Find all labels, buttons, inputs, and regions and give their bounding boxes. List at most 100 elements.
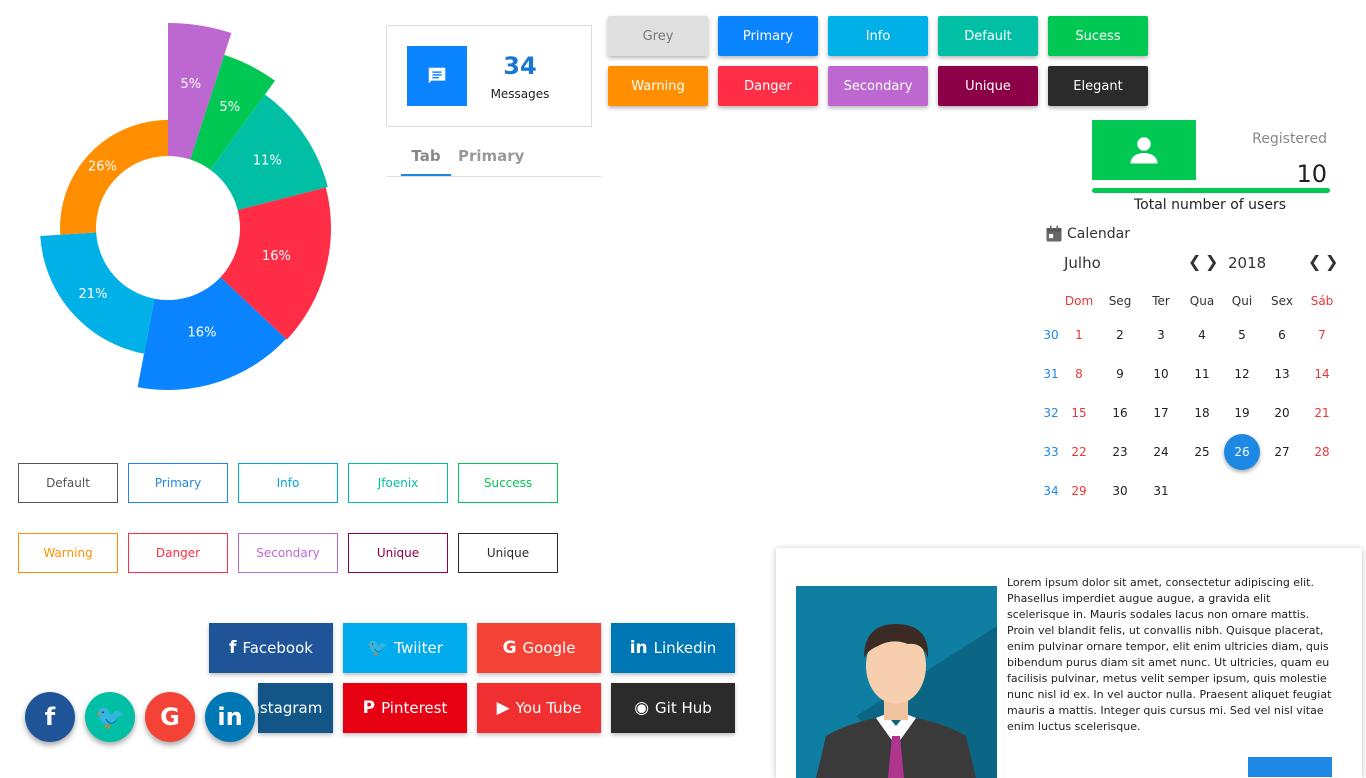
social-button-google[interactable]: G Google [477,623,601,673]
calendar-day[interactable]: 13 [1264,356,1300,392]
outline-button-success[interactable]: Success [458,463,558,503]
calendar-day[interactable]: 7 [1304,317,1340,353]
raised-button-secondary[interactable]: Secondary [828,66,928,106]
round-facebook-icon[interactable]: f [25,692,75,742]
social-button-label: Git Hub [655,699,712,717]
calendar-day[interactable]: 24 [1143,434,1179,470]
calendar-day[interactable]: 12 [1224,356,1260,392]
registered-value: 10 [1296,160,1327,188]
day-header: Dom [1064,294,1094,308]
calendar-day[interactable]: 17 [1143,395,1179,431]
outline-button-default[interactable]: Default [18,463,118,503]
week-number: 31 [1043,367,1059,381]
outline-button-unique[interactable]: Unique [348,533,448,573]
social-button-pinterest[interactable]: P Pinterest [343,683,467,733]
calendar-day[interactable]: 2 [1102,317,1138,353]
social-button-linkedin[interactable]: in Linkedin [611,623,735,673]
calendar-day[interactable]: 25 [1184,434,1220,470]
raised-button-primary[interactable]: Primary [718,16,818,56]
calendar-day[interactable]: 11 [1184,356,1220,392]
user-icon [1092,120,1196,180]
raised-button-warning[interactable]: Warning [608,66,708,106]
tab-primary[interactable]: Primary [458,140,524,174]
raised-button-unique[interactable]: Unique [938,66,1038,106]
calendar-day[interactable]: 10 [1143,356,1179,392]
calendar-title: Calendar [1067,226,1130,242]
outline-button-unique[interactable]: Unique [458,533,558,573]
calendar-day[interactable]: 15 [1061,395,1097,431]
next-year-icon[interactable]: ❯ [1325,252,1338,271]
raised-button-sucess[interactable]: Sucess [1048,16,1148,56]
social-button-you-tube[interactable]: ▶ You Tube [477,683,601,733]
calendar-day[interactable]: 4 [1184,317,1220,353]
round-twitter-icon[interactable]: 🐦 [85,692,135,742]
calendar-day[interactable]: 31 [1143,473,1179,509]
calendar-day[interactable]: 3 [1143,317,1179,353]
social-button-git-hub[interactable]: ◉ Git Hub [611,683,735,733]
raised-button-danger[interactable]: Danger [718,66,818,106]
donut-slice [60,120,168,235]
pinterest-icon: P [362,698,376,718]
raised-button-default[interactable]: Default [938,16,1038,56]
donut-slice-label: 5% [181,77,202,92]
raised-button-elegant[interactable]: Elegant [1048,66,1148,106]
calendar-day[interactable]: 14 [1304,356,1340,392]
social-button-label: Instagram [258,699,323,717]
outline-button-warning[interactable]: Warning [18,533,118,573]
calendar-day[interactable]: 30 [1102,473,1138,509]
calendar-day[interactable]: 19 [1224,395,1260,431]
day-header: Qua [1189,294,1215,308]
outline-button-info[interactable]: Info [238,463,338,503]
calendar-day[interactable]: 20 [1264,395,1300,431]
calendar-day[interactable]: 6 [1264,317,1300,353]
calendar-day[interactable]: 28 [1304,434,1340,470]
calendar-day[interactable]: 23 [1102,434,1138,470]
social-button-label: Facebook [242,639,313,657]
registered-label: Registered [1252,131,1327,147]
calendar-day[interactable]: 21 [1304,395,1340,431]
calendar-day[interactable]: 22 [1061,434,1097,470]
day-header: Sex [1271,294,1293,308]
calendar-month: Julho [1064,254,1101,272]
calendar-day[interactable]: 29 [1061,473,1097,509]
prev-month-icon[interactable]: ❮ [1188,252,1201,271]
git-hub-icon: ◉ [634,698,650,718]
day-header: Seg [1108,294,1132,308]
round-linkedin-icon[interactable]: in [205,692,255,742]
twiiter-icon: 🐦 [367,638,389,658]
calendar-day[interactable]: 9 [1102,356,1138,392]
calendar-day[interactable]: 5 [1224,317,1260,353]
raised-button-info[interactable]: Info [828,16,928,56]
next-month-icon[interactable]: ❯ [1205,252,1218,271]
profile-text: Lorem ipsum dolor sit amet, consectetur … [1007,576,1332,733]
calendar-year: 2018 [1228,254,1267,272]
calendar-day[interactable]: 16 [1102,395,1138,431]
outline-button-danger[interactable]: Danger [128,533,228,573]
round-google-icon[interactable]: G [145,692,195,742]
messages-label: Messages [490,87,550,101]
google-icon: G [502,638,517,658]
raised-button-grey[interactable]: Grey [608,16,708,56]
social-button-label: Pinterest [381,699,448,717]
calendar-day[interactable]: 8 [1061,356,1097,392]
prev-year-icon[interactable]: ❮ [1308,252,1321,271]
profile-action-button[interactable] [1248,757,1332,777]
calendar-day[interactable]: 27 [1264,434,1300,470]
week-number: 30 [1043,328,1059,342]
calendar-day[interactable]: 1 [1061,317,1097,353]
social-button-facebook[interactable]: f Facebook [209,623,333,673]
messages-card: 34 Messages [386,25,592,127]
messages-count: 34 [503,52,537,80]
social-button-twiiter[interactable]: 🐦 Twiiter [343,623,467,673]
social-button-label: Linkedin [653,639,717,657]
calendar-icon [1044,224,1064,248]
tab-tab[interactable]: Tab [401,140,451,176]
outline-button-secondary[interactable]: Secondary [238,533,338,573]
outline-button-primary[interactable]: Primary [128,463,228,503]
outline-button-jfoenix[interactable]: Jfoenix [348,463,448,503]
calendar-day[interactable]: 18 [1184,395,1220,431]
calendar-day-selected[interactable]: 26 [1224,434,1260,470]
social-button-instagram[interactable]: Instagram [258,683,333,733]
registered-caption: Total number of users [1133,197,1286,213]
day-header: Ter [1152,294,1170,308]
